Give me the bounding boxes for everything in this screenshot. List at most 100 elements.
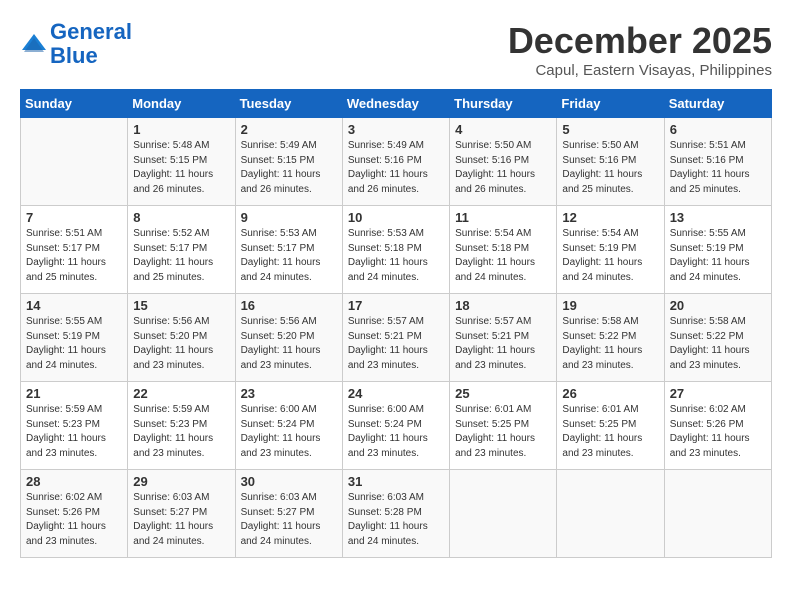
day-number: 25 (455, 386, 551, 401)
location: Capul, Eastern Visayas, Philippines (508, 62, 772, 79)
cell-details: Sunrise: 6:00 AMSunset: 5:24 PMDaylight:… (241, 403, 337, 461)
cell-details: Sunrise: 5:58 AMSunset: 5:22 PMDaylight:… (670, 315, 766, 373)
day-number: 10 (348, 210, 444, 225)
day-number: 29 (133, 474, 229, 489)
logo-icon (20, 30, 48, 58)
day-cell: 15 Sunrise: 5:56 AMSunset: 5:20 PMDayligh… (128, 294, 235, 382)
cell-details: Sunrise: 5:52 AMSunset: 5:17 PMDaylight:… (133, 227, 229, 285)
day-number: 23 (241, 386, 337, 401)
day-cell: 11 Sunrise: 5:54 AMSunset: 5:18 PMDayligh… (450, 206, 557, 294)
cell-details: Sunrise: 5:53 AMSunset: 5:17 PMDaylight:… (241, 227, 337, 285)
cell-details: Sunrise: 5:50 AMSunset: 5:16 PMDaylight:… (562, 139, 658, 197)
day-number: 7 (26, 210, 122, 225)
day-cell: 30 Sunrise: 6:03 AMSunset: 5:27 PMDayligh… (235, 470, 342, 558)
day-cell: 7 Sunrise: 5:51 AMSunset: 5:17 PMDaylight… (21, 206, 128, 294)
day-number: 5 (562, 122, 658, 137)
cell-details: Sunrise: 6:03 AMSunset: 5:27 PMDaylight:… (241, 491, 337, 549)
cell-details: Sunrise: 6:00 AMSunset: 5:24 PMDaylight:… (348, 403, 444, 461)
day-cell (21, 118, 128, 206)
day-number: 17 (348, 298, 444, 313)
cell-details: Sunrise: 5:59 AMSunset: 5:23 PMDaylight:… (26, 403, 122, 461)
day-number: 24 (348, 386, 444, 401)
day-cell: 21 Sunrise: 5:59 AMSunset: 5:23 PMDayligh… (21, 382, 128, 470)
day-cell: 29 Sunrise: 6:03 AMSunset: 5:27 PMDayligh… (128, 470, 235, 558)
month-title: December 2025 (508, 20, 772, 62)
day-number: 26 (562, 386, 658, 401)
cell-details: Sunrise: 5:53 AMSunset: 5:18 PMDaylight:… (348, 227, 444, 285)
day-number: 27 (670, 386, 766, 401)
cell-details: Sunrise: 5:57 AMSunset: 5:21 PMDaylight:… (348, 315, 444, 373)
day-cell: 3 Sunrise: 5:49 AMSunset: 5:16 PMDaylight… (342, 118, 449, 206)
day-number: 31 (348, 474, 444, 489)
day-cell: 16 Sunrise: 5:56 AMSunset: 5:20 PMDayligh… (235, 294, 342, 382)
day-number: 2 (241, 122, 337, 137)
header-row: SundayMondayTuesdayWednesdayThursdayFrid… (21, 90, 772, 118)
day-number: 20 (670, 298, 766, 313)
cell-details: Sunrise: 5:56 AMSunset: 5:20 PMDaylight:… (241, 315, 337, 373)
cell-details: Sunrise: 5:51 AMSunset: 5:16 PMDaylight:… (670, 139, 766, 197)
day-cell (450, 470, 557, 558)
cell-details: Sunrise: 5:49 AMSunset: 5:15 PMDaylight:… (241, 139, 337, 197)
cell-details: Sunrise: 5:55 AMSunset: 5:19 PMDaylight:… (26, 315, 122, 373)
col-header-thursday: Thursday (450, 90, 557, 118)
col-header-tuesday: Tuesday (235, 90, 342, 118)
day-cell: 5 Sunrise: 5:50 AMSunset: 5:16 PMDaylight… (557, 118, 664, 206)
day-number: 21 (26, 386, 122, 401)
day-cell (557, 470, 664, 558)
week-row-4: 21 Sunrise: 5:59 AMSunset: 5:23 PMDayligh… (21, 382, 772, 470)
day-cell: 25 Sunrise: 6:01 AMSunset: 5:25 PMDayligh… (450, 382, 557, 470)
day-cell: 13Sunrise: 5:55 AMSunset: 5:19 PMDayligh… (664, 206, 771, 294)
col-header-sunday: Sunday (21, 90, 128, 118)
day-number: 1 (133, 122, 229, 137)
cell-details: Sunrise: 5:49 AMSunset: 5:16 PMDaylight:… (348, 139, 444, 197)
cell-details: Sunrise: 5:57 AMSunset: 5:21 PMDaylight:… (455, 315, 551, 373)
day-cell: 23 Sunrise: 6:00 AMSunset: 5:24 PMDayligh… (235, 382, 342, 470)
week-row-1: 1 Sunrise: 5:48 AMSunset: 5:15 PMDaylight… (21, 118, 772, 206)
week-row-5: 28Sunrise: 6:02 AMSunset: 5:26 PMDayligh… (21, 470, 772, 558)
col-header-monday: Monday (128, 90, 235, 118)
cell-details: Sunrise: 5:51 AMSunset: 5:17 PMDaylight:… (26, 227, 122, 285)
day-cell: 2 Sunrise: 5:49 AMSunset: 5:15 PMDaylight… (235, 118, 342, 206)
week-row-2: 7 Sunrise: 5:51 AMSunset: 5:17 PMDaylight… (21, 206, 772, 294)
day-number: 16 (241, 298, 337, 313)
day-number: 19 (562, 298, 658, 313)
day-cell: 9Sunrise: 5:53 AMSunset: 5:17 PMDaylight… (235, 206, 342, 294)
day-number: 30 (241, 474, 337, 489)
cell-details: Sunrise: 6:01 AMSunset: 5:25 PMDaylight:… (562, 403, 658, 461)
day-cell: 14 Sunrise: 5:55 AMSunset: 5:19 PMDayligh… (21, 294, 128, 382)
day-number: 12 (562, 210, 658, 225)
cell-details: Sunrise: 5:54 AMSunset: 5:19 PMDaylight:… (562, 227, 658, 285)
day-cell: 19Sunrise: 5:58 AMSunset: 5:22 PMDayligh… (557, 294, 664, 382)
day-cell: 1 Sunrise: 5:48 AMSunset: 5:15 PMDaylight… (128, 118, 235, 206)
day-cell: 8Sunrise: 5:52 AMSunset: 5:17 PMDaylight… (128, 206, 235, 294)
day-number: 18 (455, 298, 551, 313)
cell-details: Sunrise: 6:03 AMSunset: 5:28 PMDaylight:… (348, 491, 444, 549)
cell-details: Sunrise: 6:01 AMSunset: 5:25 PMDaylight:… (455, 403, 551, 461)
day-cell: 28Sunrise: 6:02 AMSunset: 5:26 PMDayligh… (21, 470, 128, 558)
day-number: 15 (133, 298, 229, 313)
cell-details: Sunrise: 5:54 AMSunset: 5:18 PMDaylight:… (455, 227, 551, 285)
day-number: 11 (455, 210, 551, 225)
day-cell: 17 Sunrise: 5:57 AMSunset: 5:21 PMDayligh… (342, 294, 449, 382)
cell-details: Sunrise: 5:48 AMSunset: 5:15 PMDaylight:… (133, 139, 229, 197)
cell-details: Sunrise: 6:02 AMSunset: 5:26 PMDaylight:… (26, 491, 122, 549)
day-number: 13 (670, 210, 766, 225)
col-header-friday: Friday (557, 90, 664, 118)
day-cell: 18 Sunrise: 5:57 AMSunset: 5:21 PMDayligh… (450, 294, 557, 382)
cell-details: Sunrise: 6:02 AMSunset: 5:26 PMDaylight:… (670, 403, 766, 461)
title-block: December 2025 Capul, Eastern Visayas, Ph… (508, 20, 772, 79)
calendar-table: SundayMondayTuesdayWednesdayThursdayFrid… (20, 89, 772, 558)
cell-details: Sunrise: 6:03 AMSunset: 5:27 PMDaylight:… (133, 491, 229, 549)
day-number: 14 (26, 298, 122, 313)
day-cell (664, 470, 771, 558)
day-cell: 12 Sunrise: 5:54 AMSunset: 5:19 PMDayligh… (557, 206, 664, 294)
cell-details: Sunrise: 5:56 AMSunset: 5:20 PMDaylight:… (133, 315, 229, 373)
day-cell: 20 Sunrise: 5:58 AMSunset: 5:22 PMDayligh… (664, 294, 771, 382)
col-header-saturday: Saturday (664, 90, 771, 118)
cell-details: Sunrise: 5:50 AMSunset: 5:16 PMDaylight:… (455, 139, 551, 197)
cell-details: Sunrise: 5:59 AMSunset: 5:23 PMDaylight:… (133, 403, 229, 461)
logo-text: General Blue (50, 20, 132, 68)
page-header: General Blue December 2025 Capul, Easter… (20, 20, 772, 79)
day-number: 3 (348, 122, 444, 137)
day-cell: 6Sunrise: 5:51 AMSunset: 5:16 PMDaylight… (664, 118, 771, 206)
